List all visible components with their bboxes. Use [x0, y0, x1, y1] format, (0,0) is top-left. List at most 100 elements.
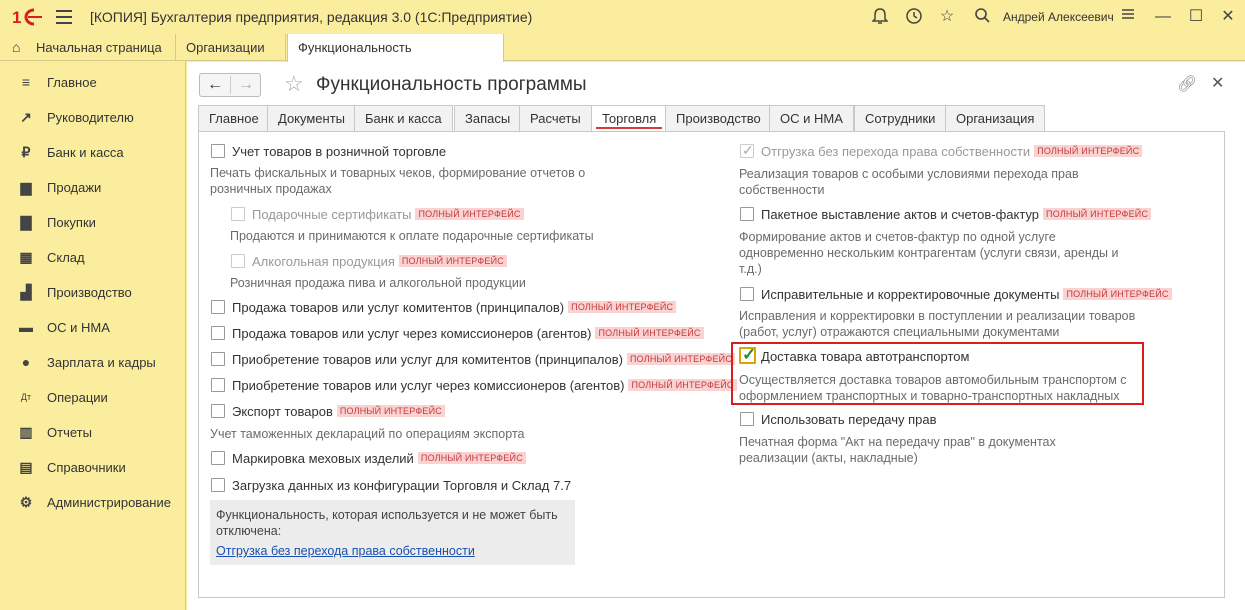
book-icon: ▤: [19, 459, 33, 475]
tab-organizations[interactable]: Организации: [176, 34, 286, 61]
bar-chart-icon: ▥: [19, 424, 33, 440]
sidebar-item-catalogs[interactable]: ▤ Справочники: [0, 452, 186, 482]
tab-employees[interactable]: Сотрудники: [854, 105, 947, 131]
close-form-icon[interactable]: ✕: [1211, 73, 1224, 93]
settings-menu-icon[interactable]: [1118, 7, 1138, 27]
person-icon: ●: [21, 354, 31, 370]
gift-desc: Продаются и принимаются к оплате подароч…: [230, 229, 594, 243]
rights-transfer-label[interactable]: Использовать передачу прав: [761, 412, 937, 427]
nav-buttons: ← →: [199, 73, 261, 97]
tab-stock[interactable]: Запасы: [454, 105, 522, 131]
tab-label: Производство: [676, 111, 761, 126]
sidebar-item-assets[interactable]: ▬ ОС и НМА: [0, 312, 186, 342]
retail-desc: Печать фискальных и товарных чеков, форм…: [210, 166, 586, 196]
sidebar-item-purchases[interactable]: ▇ Покупки: [0, 207, 186, 237]
full-interface-badge: ПОЛНЫЙ ИНТЕРФЕЙС: [628, 379, 737, 391]
alcohol-checkbox[interactable]: [231, 254, 245, 268]
full-interface-badge: ПОЛНЫЙ ИНТЕРФЕЙС: [1043, 208, 1152, 220]
sidebar-item-bank[interactable]: ₽ Банк и касса: [0, 137, 186, 167]
tab-documents[interactable]: Документы: [267, 105, 357, 131]
tab-label: Банк и касса: [365, 111, 442, 126]
back-arrow-icon[interactable]: ←: [200, 74, 230, 96]
sidebar-item-salary[interactable]: ● Зарплата и кадры: [0, 347, 186, 377]
close-window-icon[interactable]: ✕: [1218, 7, 1238, 27]
batch-acts-checkbox[interactable]: [740, 207, 754, 221]
gift-option[interactable]: Подарочные сертификаты ПОЛНЫЙ ИНТЕРФЕЙС: [252, 207, 524, 222]
ship-no-ownership-checkbox[interactable]: [740, 142, 754, 159]
retail-checkbox[interactable]: [211, 144, 225, 158]
favorite-star-icon[interactable]: ☆: [284, 71, 304, 97]
tab-settlements[interactable]: Расчеты: [519, 105, 592, 131]
sidebar-item-label: Отчеты: [47, 424, 92, 440]
dt-kt-icon: Дт: [20, 392, 32, 402]
tab-trade[interactable]: Торговля: [591, 105, 668, 131]
correction-docs-option[interactable]: Исправительные и корректировочные докуме…: [761, 287, 1172, 302]
tab-production[interactable]: Производство: [665, 105, 772, 131]
maximize-icon[interactable]: ☐: [1186, 7, 1206, 27]
alcohol-label: Алкогольная продукция: [252, 254, 395, 269]
gift-checkbox[interactable]: [231, 207, 245, 221]
forward-arrow-icon[interactable]: →: [231, 74, 261, 96]
user-name[interactable]: Андрей Алексеевич: [1003, 10, 1114, 24]
tab-label: Организации: [186, 40, 265, 55]
sidebar-item-label: Продажи: [47, 179, 102, 195]
fur-checkbox[interactable]: [211, 451, 225, 465]
sidebar-item-operations[interactable]: Дт Операции: [0, 382, 186, 412]
ship-no-ownership-label: Отгрузка без перехода права собственност…: [761, 144, 1031, 159]
agent-sales-label: Продажа товаров или услуг через комиссио…: [232, 326, 592, 341]
tab-functionality[interactable]: Функциональность программы✕: [287, 34, 504, 82]
correction-docs-label: Исправительные и корректировочные докуме…: [761, 287, 1060, 302]
load77-label[interactable]: Загрузка данных из конфигурации Торговля…: [232, 478, 571, 493]
batch-acts-option[interactable]: Пакетное выставление актов и счетов-факт…: [761, 207, 1152, 222]
full-interface-badge: ПОЛНЫЙ ИНТЕРФЕЙС: [1034, 145, 1143, 157]
bell-icon[interactable]: [870, 7, 890, 27]
basket-icon: ▇: [20, 214, 32, 230]
truck-icon: ▬: [19, 319, 33, 335]
search-icon[interactable]: [972, 7, 992, 27]
sidebar-item-warehouse[interactable]: ▦ Склад: [0, 242, 186, 272]
tab-organization[interactable]: Организация: [945, 105, 1046, 131]
main-menu-icon[interactable]: [56, 10, 72, 24]
sidebar-item-manager[interactable]: ↗ Руководителю: [0, 102, 186, 132]
favorites-star-icon[interactable]: ☆: [937, 7, 957, 27]
tab-bank[interactable]: Банк и касса: [354, 105, 453, 131]
tab-label: Главное: [209, 111, 259, 126]
sidebar-item-admin[interactable]: ⚙ Администрирование: [0, 487, 186, 517]
cart-icon: ▆: [20, 179, 32, 195]
consignor-sales-checkbox[interactable]: [211, 300, 225, 314]
retail-label[interactable]: Учет товаров в розничной торговле: [232, 144, 446, 159]
always-on-link[interactable]: Отгрузка без перехода права собственност…: [216, 544, 475, 558]
highlight-frame: [731, 342, 1144, 405]
correction-docs-checkbox[interactable]: [740, 287, 754, 301]
agent-sales-option[interactable]: Продажа товаров или услуг через комиссио…: [232, 326, 704, 341]
tab-assets[interactable]: ОС и НМА: [769, 105, 854, 131]
sidebar: ≡ Главное ↗ Руководителю ₽ Банк и касса …: [0, 61, 186, 610]
sidebar-item-label: Склад: [47, 249, 85, 265]
agent-purchase-option[interactable]: Приобретение товаров или услуг через ком…: [232, 378, 737, 393]
sidebar-item-sales[interactable]: ▆ Продажи: [0, 172, 186, 202]
minimize-icon[interactable]: —: [1153, 7, 1173, 27]
history-icon[interactable]: [904, 7, 924, 27]
load77-checkbox[interactable]: [211, 478, 225, 492]
sidebar-item-production[interactable]: ▟ Производство: [0, 277, 186, 307]
full-interface-badge: ПОЛНЫЙ ИНТЕРФЕЙС: [568, 301, 677, 313]
tab-home[interactable]: ⌂ Начальная страница: [0, 34, 176, 61]
link-icon[interactable]: 🔗︎: [1177, 74, 1197, 94]
alcohol-option[interactable]: Алкогольная продукция ПОЛНЫЙ ИНТЕРФЕЙС: [252, 254, 507, 269]
tab-label: Торговля: [602, 111, 657, 126]
export-checkbox[interactable]: [211, 404, 225, 418]
agent-purchase-checkbox[interactable]: [211, 378, 225, 392]
ship-no-ownership-option[interactable]: Отгрузка без перехода права собственност…: [761, 144, 1143, 159]
consignor-purchase-checkbox[interactable]: [211, 352, 225, 366]
consignor-sales-option[interactable]: Продажа товаров или услуг комитентов (пр…: [232, 300, 677, 315]
consignor-purchase-option[interactable]: Приобретение товаров или услуг для комит…: [232, 352, 736, 367]
tab-main[interactable]: Главное: [198, 105, 270, 131]
fur-option[interactable]: Маркировка меховых изделий ПОЛНЫЙ ИНТЕРФЕ…: [232, 451, 526, 466]
sidebar-item-reports[interactable]: ▥ Отчеты: [0, 417, 186, 447]
export-option[interactable]: Экспорт товаров ПОЛНЫЙ ИНТЕРФЕЙС: [232, 404, 445, 419]
agent-sales-checkbox[interactable]: [211, 326, 225, 340]
ruble-icon: ₽: [21, 144, 31, 160]
export-desc: Учет таможенных деклараций по операциям …: [210, 427, 525, 441]
sidebar-item-main[interactable]: ≡ Главное: [0, 67, 186, 97]
rights-transfer-checkbox[interactable]: [740, 412, 754, 426]
